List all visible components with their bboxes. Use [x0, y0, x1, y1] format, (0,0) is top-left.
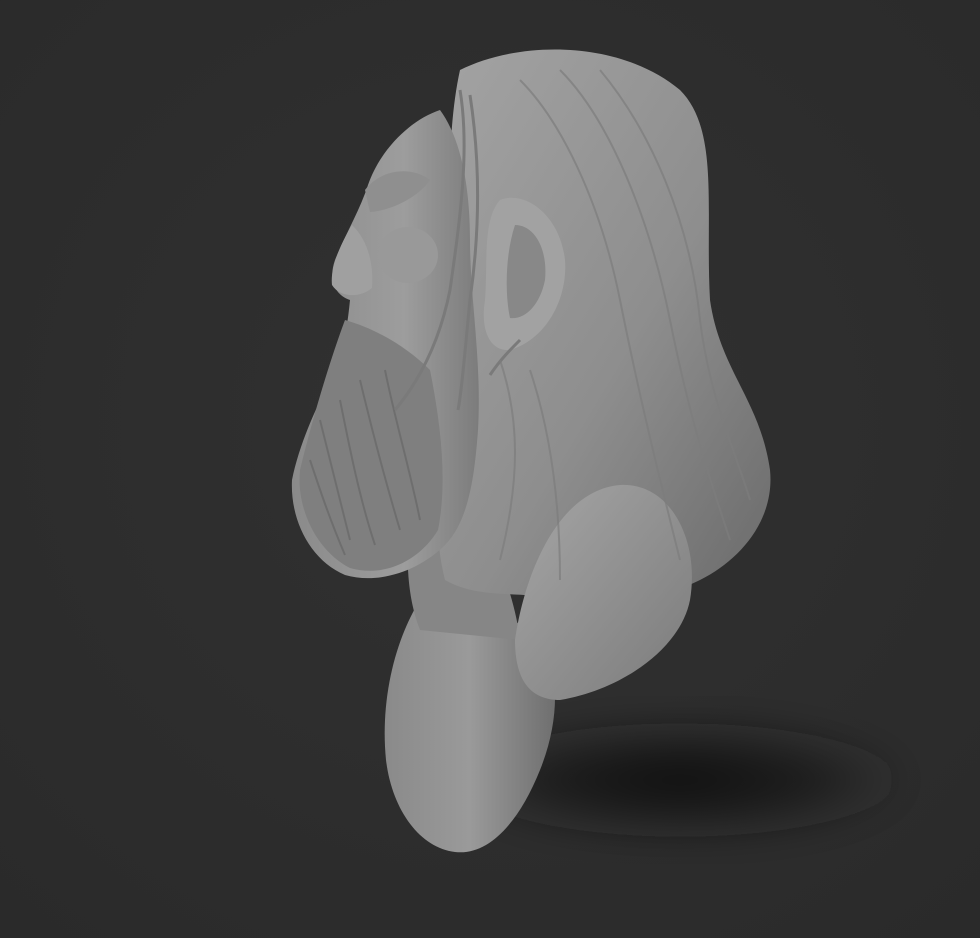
cheek: [378, 227, 438, 283]
viewport: [0, 0, 980, 938]
sculpt-canvas: [0, 0, 980, 938]
